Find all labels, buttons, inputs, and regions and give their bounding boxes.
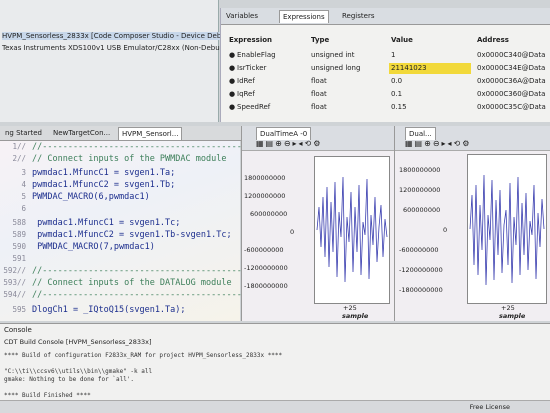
console-line: **** Build of configuration F2833x_RAM f… bbox=[4, 352, 283, 359]
license-status: Free License bbox=[469, 403, 510, 411]
waveform-trace bbox=[316, 176, 388, 283]
console-line: "C:\\ti\\ccsv6\\utils\\bin\\gmake" -k al… bbox=[4, 368, 153, 375]
code-line[interactable]: 591 bbox=[0, 253, 32, 265]
code-line[interactable]: 3 pwmdac1.MfuncC1 = svgen1.Ta; bbox=[0, 167, 175, 179]
variable-icon: ● bbox=[229, 103, 236, 111]
console-line: gmake: Nothing to be done for `all'. bbox=[4, 376, 135, 383]
tab-registers[interactable]: Registers bbox=[339, 10, 377, 22]
column-value[interactable]: Value bbox=[391, 36, 413, 44]
status-bar: Free License bbox=[0, 400, 550, 413]
y-tick-label: -1200000000 bbox=[244, 264, 288, 272]
variable-icon: ● bbox=[229, 90, 236, 98]
code-line[interactable]: 1////-----------------------------------… bbox=[0, 141, 257, 153]
tab-source-file[interactable]: HVPM_Sensorl... bbox=[118, 127, 183, 140]
console-title: CDT Build Console [HVPM_Sensorless_2833x… bbox=[4, 338, 152, 346]
waveform-plot[interactable] bbox=[314, 156, 390, 304]
x-axis-label: sample bbox=[342, 312, 369, 320]
y-tick-label: 0 bbox=[290, 228, 295, 236]
debug-session[interactable]: HVPM_Sensorless_2833x [Code Composer Stu… bbox=[2, 32, 249, 40]
debug-target[interactable]: Texas Instruments XDS100v1 USB Emulator/… bbox=[2, 44, 227, 52]
graph-toolbar: DualTimeA -0 ▦▤⊕⊖▸◂⟲⚙ bbox=[242, 126, 394, 151]
x-tick-label: +25 bbox=[501, 304, 515, 312]
y-tick-label: 1200000000 bbox=[244, 192, 286, 200]
code-line[interactable]: 2//// Connect inputs of the PWMDAC modul… bbox=[0, 153, 226, 165]
code-line[interactable]: 590 PWMDAC_MACRO(7,pwmdac1) bbox=[0, 241, 154, 253]
expressions-tabbar: Variables Expressions Registers bbox=[221, 8, 550, 25]
y-tick-label: 1800000000 bbox=[244, 174, 286, 182]
code-line[interactable]: 593//// Connect inputs of the DATALOG mo… bbox=[0, 277, 231, 289]
graph-pane-2: Dual... ▦▤⊕⊖▸◂⟲⚙ 1800000000 1200000000 6… bbox=[394, 126, 550, 321]
graph-pane-1: DualTimeA -0 ▦▤⊕⊖▸◂⟲⚙ 1800000000 1200000… bbox=[241, 126, 394, 321]
expressions-view: Variables Expressions Registers Expressi… bbox=[220, 8, 550, 122]
code-line[interactable]: 594////---------------------------------… bbox=[0, 289, 257, 301]
variable-icon: ● bbox=[229, 51, 236, 59]
expression-row[interactable]: ● IqRef float 0.1 0x0000C360@Data bbox=[221, 89, 550, 100]
console-tab[interactable]: Console bbox=[4, 326, 32, 334]
y-tick-label: 0 bbox=[443, 226, 448, 234]
expression-row[interactable]: ● IsrTicker unsigned long 21141023 0x000… bbox=[221, 63, 550, 74]
expression-row[interactable]: ● SpeedRef float 0.15 0x0000C35C@Data bbox=[221, 102, 550, 113]
variable-icon: ● bbox=[229, 77, 236, 85]
y-tick-label: -600000000 bbox=[399, 246, 439, 254]
y-tick-label: 1800000000 bbox=[399, 166, 441, 174]
y-tick-label: -1800000000 bbox=[244, 282, 288, 290]
code-line[interactable]: 6 bbox=[0, 203, 32, 215]
code-line[interactable]: 5 PWMDAC_MACRO(6,pwmdac1) bbox=[0, 191, 149, 203]
code-editor[interactable]: 1////-----------------------------------… bbox=[0, 141, 257, 321]
x-axis-label: sample bbox=[499, 312, 526, 320]
debug-panel: HVPM_Sensorless_2833x [Code Composer Stu… bbox=[0, 0, 249, 122]
changed-value-highlight[interactable]: 21141023 bbox=[389, 63, 471, 74]
y-tick-label: 600000000 bbox=[250, 210, 288, 218]
tab-new-target-config[interactable]: NewTargetCon... bbox=[50, 127, 113, 139]
expression-row[interactable]: ● IdRef float 0.0 0x0000C36A@Data bbox=[221, 76, 550, 87]
column-expression[interactable]: Expression bbox=[229, 36, 272, 44]
column-type[interactable]: Type bbox=[311, 36, 329, 44]
tab-expressions[interactable]: Expressions bbox=[279, 10, 329, 23]
code-line[interactable]: 588 pwmdac1.MfuncC1 = svgen1.Tc; bbox=[0, 217, 180, 229]
code-line[interactable]: 595 DlogCh1 = _IQtoQ15(svgen1.Ta); bbox=[0, 304, 185, 316]
expression-row[interactable]: ● EnableFlag unsigned int 1 0x0000C340@D… bbox=[221, 50, 550, 61]
graph-toolbar: Dual... ▦▤⊕⊖▸◂⟲⚙ bbox=[395, 126, 550, 151]
y-tick-label: -600000000 bbox=[244, 246, 284, 254]
code-line[interactable]: 4 pwmdac1.MfuncC2 = svgen1.Tb; bbox=[0, 179, 175, 191]
graph-toolbar-icons[interactable]: ▦▤⊕⊖▸◂⟲⚙ bbox=[405, 139, 471, 148]
graph-toolbar-icons[interactable]: ▦▤⊕⊖▸◂⟲⚙ bbox=[256, 139, 322, 148]
waveform-plot[interactable] bbox=[467, 154, 547, 304]
waveform-trace bbox=[469, 174, 545, 286]
x-tick-label: +25 bbox=[343, 304, 357, 312]
y-tick-label: 1200000000 bbox=[399, 186, 441, 194]
variable-icon: ● bbox=[229, 64, 236, 72]
column-address[interactable]: Address bbox=[477, 36, 509, 44]
tab-variables[interactable]: Variables bbox=[223, 10, 261, 22]
y-tick-label: 600000000 bbox=[403, 206, 441, 214]
code-line[interactable]: 592////---------------------------------… bbox=[0, 265, 257, 277]
y-tick-label: -1800000000 bbox=[399, 286, 443, 294]
tab-getting-started[interactable]: ng Started bbox=[2, 127, 45, 139]
console-line: **** Build Finished **** bbox=[4, 392, 91, 399]
y-tick-label: -1200000000 bbox=[399, 266, 443, 274]
code-line[interactable]: 589 pwmdac1.MfuncC2 = svgen1.Tb-svgen1.T… bbox=[0, 229, 231, 241]
